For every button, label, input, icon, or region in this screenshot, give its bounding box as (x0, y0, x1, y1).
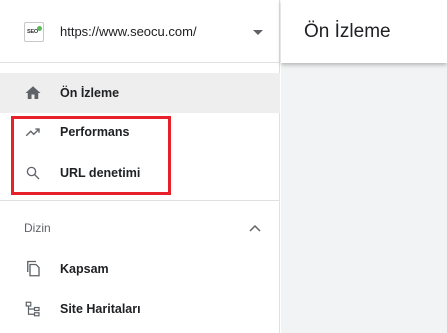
nav-item-overview[interactable]: Ön İzleme (0, 73, 280, 113)
page-title: Ön İzleme (304, 21, 391, 42)
nav-label-sitemaps: Site Haritaları (60, 302, 141, 316)
nav-label-coverage: Kapsam (60, 262, 109, 276)
nav-label-overview: Ön İzleme (60, 86, 120, 100)
property-logo: SEO (24, 22, 44, 42)
main-content (281, 63, 447, 333)
sitemap-icon (25, 301, 40, 317)
section-title-index: Dizin (24, 221, 51, 235)
highlight-annotation-box (11, 116, 171, 195)
home-icon (25, 86, 41, 99)
dropdown-caret-icon[interactable] (253, 30, 263, 35)
page-header: Ön İzleme (281, 0, 447, 63)
chevron-up-icon[interactable] (248, 223, 262, 233)
section-divider (0, 200, 280, 201)
nav-item-coverage[interactable]: Kapsam (0, 249, 280, 289)
nav-item-sitemaps[interactable]: Site Haritaları (0, 289, 280, 329)
property-url: https://www.seocu.com/ (60, 24, 197, 39)
property-selector[interactable]: SEO https://www.seocu.com/ (0, 0, 280, 63)
file-copy-icon (27, 260, 40, 277)
sidebar: SEO https://www.seocu.com/ Ön İzleme Per… (0, 0, 280, 333)
